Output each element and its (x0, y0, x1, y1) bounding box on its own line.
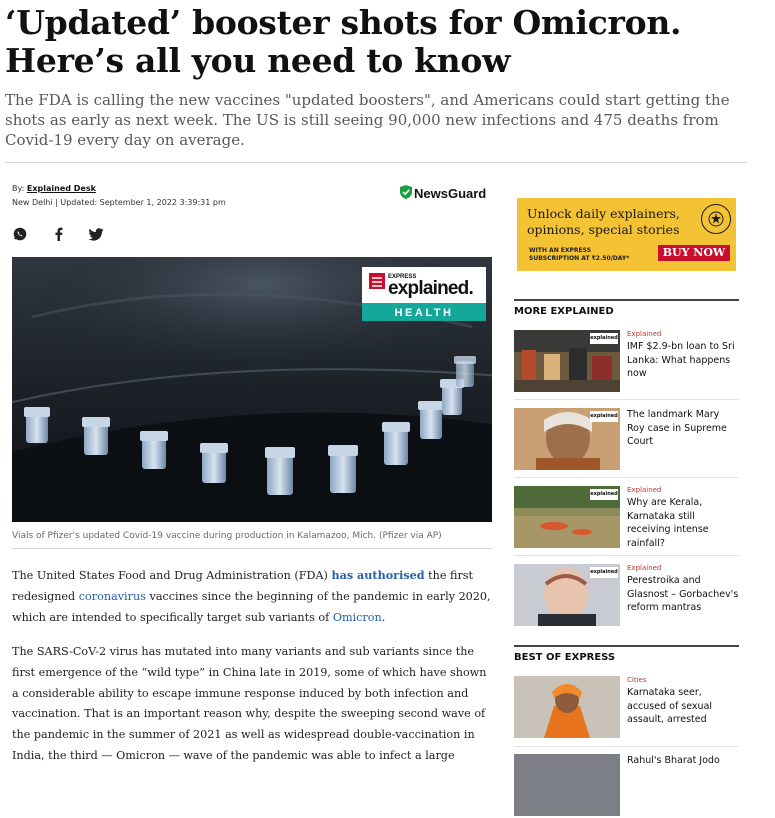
best-of-express-heading: BEST OF EXPRESS (514, 645, 739, 663)
updated-timestamp: | Updated: September 1, 2022 3:39:31 pm (52, 198, 226, 207)
image-caption: Vials of Pfizer's updated Covid-19 vacci… (12, 531, 442, 541)
divider (514, 555, 739, 556)
author-link[interactable]: Explained Desk (27, 184, 96, 193)
thumbnail-image: explained (514, 408, 620, 470)
ad-small-1: WITH AN EXPRESS (529, 247, 592, 254)
item-title[interactable]: Perestroika and Glasnost – Gorbachev's r… (627, 574, 739, 615)
thumbnail-image (514, 754, 620, 816)
article-paragraph: The SARS-CoV-2 virus has mutated into ma… (12, 645, 487, 762)
byline-prefix: By: (12, 184, 25, 193)
omicron-link[interactable]: Omicron (333, 611, 382, 624)
divider (514, 399, 739, 400)
list-item[interactable]: explained Explained Perestroika and Glas… (514, 564, 739, 628)
paragraph-text: The United States Food and Drug Administ… (12, 569, 332, 582)
byline: By: Explained Desk New Delhi | Updated: … (12, 182, 226, 210)
item-title[interactable]: IMF $2.9-bn loan to Sri Lanka: What happ… (627, 340, 739, 381)
ad-small-2: SUBSCRIPTION AT ₹2.50/DAY* (529, 255, 630, 262)
explained-badge: explained (590, 411, 618, 422)
whatsapp-icon[interactable] (12, 226, 28, 242)
divider (12, 548, 492, 549)
article-paragraph: The United States Food and Drug Administ… (12, 565, 494, 628)
list-item[interactable]: explained The landmark Mary Roy case in … (514, 408, 739, 472)
share-bar (12, 226, 104, 242)
article-headline: ‘Updated’ booster shots for Omicron. Her… (5, 4, 765, 80)
item-kicker: Cities (627, 676, 647, 684)
express-seal-icon (701, 204, 731, 234)
item-kicker: Explained (627, 330, 662, 338)
explained-badge: explained (590, 489, 618, 500)
item-title[interactable]: Why are Kerala, Karnataka still receivin… (627, 496, 739, 550)
paragraph-text: . (381, 610, 386, 624)
divider (514, 477, 739, 478)
newsguard-label: NewsGuard (414, 186, 487, 201)
thumbnail-image: explained (514, 564, 620, 626)
list-item[interactable]: Rahul's Bharat Jodo (514, 754, 739, 818)
thumbnail-image: explained (514, 330, 620, 392)
item-title[interactable]: Rahul's Bharat Jodo (627, 754, 739, 768)
twitter-icon[interactable] (88, 226, 104, 242)
dateline-location: New Delhi (12, 198, 53, 207)
facebook-icon[interactable] (50, 226, 66, 242)
ad-line-2: opinions, special stories (527, 222, 680, 237)
hero-image: EXPRESS explained. HEALTH (12, 257, 492, 522)
hero-badge-section: HEALTH (395, 307, 454, 319)
buy-now-button[interactable]: BUY NOW (658, 245, 730, 261)
article-synopsis: The FDA is calling the new vaccines "upd… (5, 91, 730, 149)
list-item[interactable]: explained Explained IMF $2.9-bn loan to … (514, 330, 739, 394)
list-item[interactable]: explained Explained Why are Kerala, Karn… (514, 486, 739, 550)
has-authorised-link[interactable]: has authorised (331, 568, 424, 582)
newsguard-badge[interactable]: NewsGuard (400, 185, 486, 202)
subscription-ad[interactable]: Unlock daily explainers, opinions, speci… (517, 198, 736, 271)
divider (514, 746, 739, 747)
item-kicker: Explained (627, 564, 662, 572)
headline-line-1: ‘Updated’ booster shots for Omicron. (5, 3, 682, 42)
item-title[interactable]: The landmark Mary Roy case in Supreme Co… (627, 408, 739, 449)
headline-line-2: Here’s all you need to know (5, 41, 511, 80)
shield-check-icon (400, 185, 412, 202)
explained-badge: explained (590, 333, 618, 344)
divider (5, 162, 747, 163)
thumbnail-image (514, 676, 620, 738)
hero-badge-brand: explained. (388, 278, 473, 299)
explained-badge: explained (590, 567, 618, 578)
item-kicker: Explained (627, 486, 662, 494)
more-explained-heading: MORE EXPLAINED (514, 299, 739, 317)
list-item[interactable]: Cities Karnataka seer, accused of sexual… (514, 676, 739, 740)
ad-line-1: Unlock daily explainers, (527, 206, 680, 221)
coronavirus-link[interactable]: coronavirus (79, 590, 146, 603)
item-title[interactable]: Karnataka seer, accused of sexual assaul… (627, 686, 739, 727)
thumbnail-image: explained (514, 486, 620, 548)
ad-small-text: WITH AN EXPRESS SUBSCRIPTION AT ₹2.50/DA… (529, 247, 629, 263)
